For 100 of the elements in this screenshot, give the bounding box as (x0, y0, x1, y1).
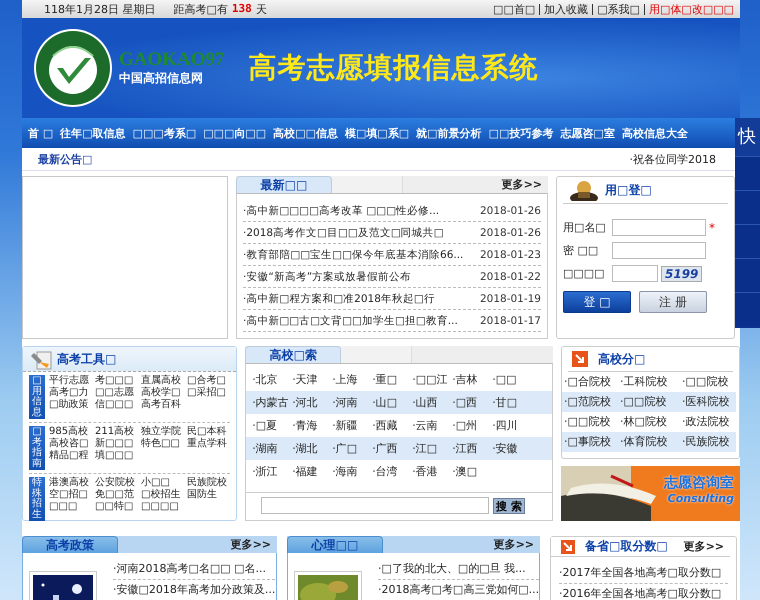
province-link[interactable]: ·山□ (372, 395, 412, 410)
school-type-link[interactable]: ·体育院校 (618, 432, 680, 452)
province-link[interactable]: ·□西 (452, 395, 492, 410)
nav-link[interactable]: □□□考系□ (132, 126, 196, 140)
tool-link[interactable]: □□□□ (141, 501, 186, 513)
tool-link[interactable]: 重点学科 (187, 438, 229, 450)
province-link[interactable]: ·□州 (452, 418, 492, 433)
tool-link[interactable]: □合考□ (187, 375, 229, 387)
news-link[interactable]: ·□了我的北大、□的□旦 我... (378, 559, 540, 580)
tool-link[interactable]: 高考百科 (141, 399, 186, 411)
province-link[interactable]: ·海南 (332, 464, 372, 479)
tool-link[interactable]: 公安院校 (95, 477, 140, 489)
nav-link[interactable]: 首 □ (28, 126, 54, 140)
school-type-link[interactable]: ·医科院校 (680, 392, 736, 412)
province-link[interactable]: ·湖北 (292, 441, 332, 456)
nav-link[interactable]: □□□向□□ (203, 126, 266, 140)
side-tab[interactable] (735, 292, 760, 326)
tool-link[interactable]: 高校学□ (141, 387, 186, 399)
news-tab[interactable]: 最新□□ (236, 176, 332, 193)
tool-link[interactable]: 民族院校 (187, 477, 229, 489)
tool-link[interactable]: 直属高校 (141, 375, 186, 387)
province-link[interactable]: ·□夏 (252, 418, 292, 433)
nav-link[interactable]: 高校信息大全 (622, 126, 688, 140)
news-link[interactable]: ·安徽“新高考”方案或放暑假前公布 (243, 270, 412, 284)
side-label[interactable]: 快 (735, 118, 760, 156)
tool-link[interactable]: □采招□ (187, 387, 229, 399)
tool-link[interactable]: □□特□ (95, 501, 140, 513)
news-link[interactable]: ·2016年全国各地高考□取分数□ (559, 584, 728, 600)
province-link[interactable]: ·澳□ (452, 464, 492, 479)
top-link[interactable]: 用□体□改□□□ (644, 4, 738, 14)
news-link[interactable]: ·高中新□□古□文背□□加学生□担□教育... (243, 314, 458, 328)
tool-link[interactable]: 港澳高校 (49, 477, 94, 489)
search-button[interactable]: 搜 索 (493, 498, 526, 514)
province-link[interactable]: ·湖南 (252, 441, 292, 456)
province-link[interactable]: ·河北 (292, 395, 332, 410)
news-link[interactable]: ·高中新□程方案和□准2018年秋起□行 (243, 292, 435, 306)
province-link[interactable]: ·江□ (412, 441, 452, 456)
news-link[interactable]: ·2017年全国各地高考□取分数□ (559, 563, 728, 584)
tool-link[interactable]: □助政策 (49, 399, 94, 411)
side-tab[interactable] (735, 258, 760, 292)
school-type-link[interactable]: ·□□院校 (680, 372, 736, 392)
login-button[interactable]: 登 □ (563, 291, 631, 313)
news-link[interactable]: ·2018高考□考□高三党如何□... (378, 580, 540, 600)
school-type-link[interactable]: ·林□院校 (618, 412, 680, 432)
register-button[interactable]: 注 册 (639, 291, 707, 313)
province-link[interactable]: ·新疆 (332, 418, 372, 433)
school-type-link[interactable]: ·□合院校 (562, 372, 618, 392)
top-link[interactable]: □系我□ (592, 4, 644, 14)
tool-link[interactable]: □□志愿 (95, 387, 140, 399)
tool-link[interactable]: □□□ (49, 501, 94, 513)
more-link[interactable]: 更多>> (494, 537, 540, 552)
tool-link[interactable]: 信□□□ (95, 399, 140, 411)
province-link[interactable]: ·山西 (412, 395, 452, 410)
nav-link[interactable]: 志愿咨□室 (560, 126, 615, 140)
province-link[interactable]: ·河南 (332, 395, 372, 410)
nav-link[interactable]: 模□填□系□ (344, 126, 410, 140)
nav-link[interactable]: □□技巧参考 (488, 126, 554, 140)
school-type-link[interactable]: ·□范院校 (562, 392, 618, 412)
province-link[interactable]: ·台湾 (372, 464, 412, 479)
nav-link[interactable]: 就□前景分析 (416, 126, 482, 140)
school-type-link[interactable]: ·□□院校 (618, 392, 680, 412)
panel-tab[interactable]: 高考政策 (22, 536, 118, 553)
tool-link[interactable]: 填□□□ (95, 450, 140, 462)
side-tab[interactable] (735, 224, 760, 258)
province-link[interactable]: ·上海 (332, 372, 372, 387)
province-link[interactable]: ·香港 (412, 464, 452, 479)
input-field[interactable] (612, 242, 706, 259)
top-link[interactable]: 加入收藏 (539, 4, 592, 14)
province-link[interactable]: ·浙江 (252, 464, 292, 479)
more-link[interactable]: 更多>> (502, 177, 548, 192)
tool-link[interactable]: 精品□程 (49, 450, 94, 462)
news-link[interactable]: ·河南2018高考□名□□ □名... (113, 559, 276, 580)
school-type-link[interactable]: ·工科院校 (618, 372, 680, 392)
province-link[interactable]: ·天津 (292, 372, 332, 387)
province-link[interactable]: ·□□ (492, 373, 532, 386)
province-link[interactable]: ·四川 (492, 418, 532, 433)
tool-link[interactable]: 免□□范 (95, 489, 140, 501)
province-link[interactable]: ·甘□ (492, 395, 532, 410)
province-link[interactable]: ·吉林 (452, 372, 492, 387)
province-link[interactable]: ·福建 (292, 464, 332, 479)
news-link[interactable]: ·高中新□□□□高考改革 □□□性必修... (243, 204, 440, 218)
tool-link[interactable]: 高考□力 (49, 387, 94, 399)
tool-link[interactable]: 空□招□ (49, 489, 94, 501)
search-field[interactable] (261, 497, 490, 514)
school-type-link[interactable]: ·□事院校 (562, 432, 618, 452)
panel-tab[interactable]: 心理□□ (287, 536, 383, 553)
school-type-link[interactable]: ·民族院校 (680, 432, 736, 452)
province-link[interactable]: ·安徽 (492, 441, 532, 456)
tool-link[interactable]: 国防生 (187, 489, 229, 501)
province-link[interactable]: ·□□江 (412, 372, 452, 387)
tool-link[interactable]: 985高校 (49, 426, 94, 438)
province-link[interactable]: ·广□ (332, 441, 372, 456)
province-link[interactable]: ·广西 (372, 441, 412, 456)
province-link[interactable]: ·北京 (252, 372, 292, 387)
side-tab[interactable] (735, 190, 760, 224)
province-link[interactable]: ·青海 (292, 418, 332, 433)
tool-link[interactable]: 民□本科 (187, 426, 229, 438)
news-link[interactable]: ·安徽□2018年高考加分政策及... (113, 580, 276, 600)
nav-link[interactable]: 往年□取信息 (60, 126, 126, 140)
tool-link[interactable]: □校招生 (141, 489, 186, 501)
